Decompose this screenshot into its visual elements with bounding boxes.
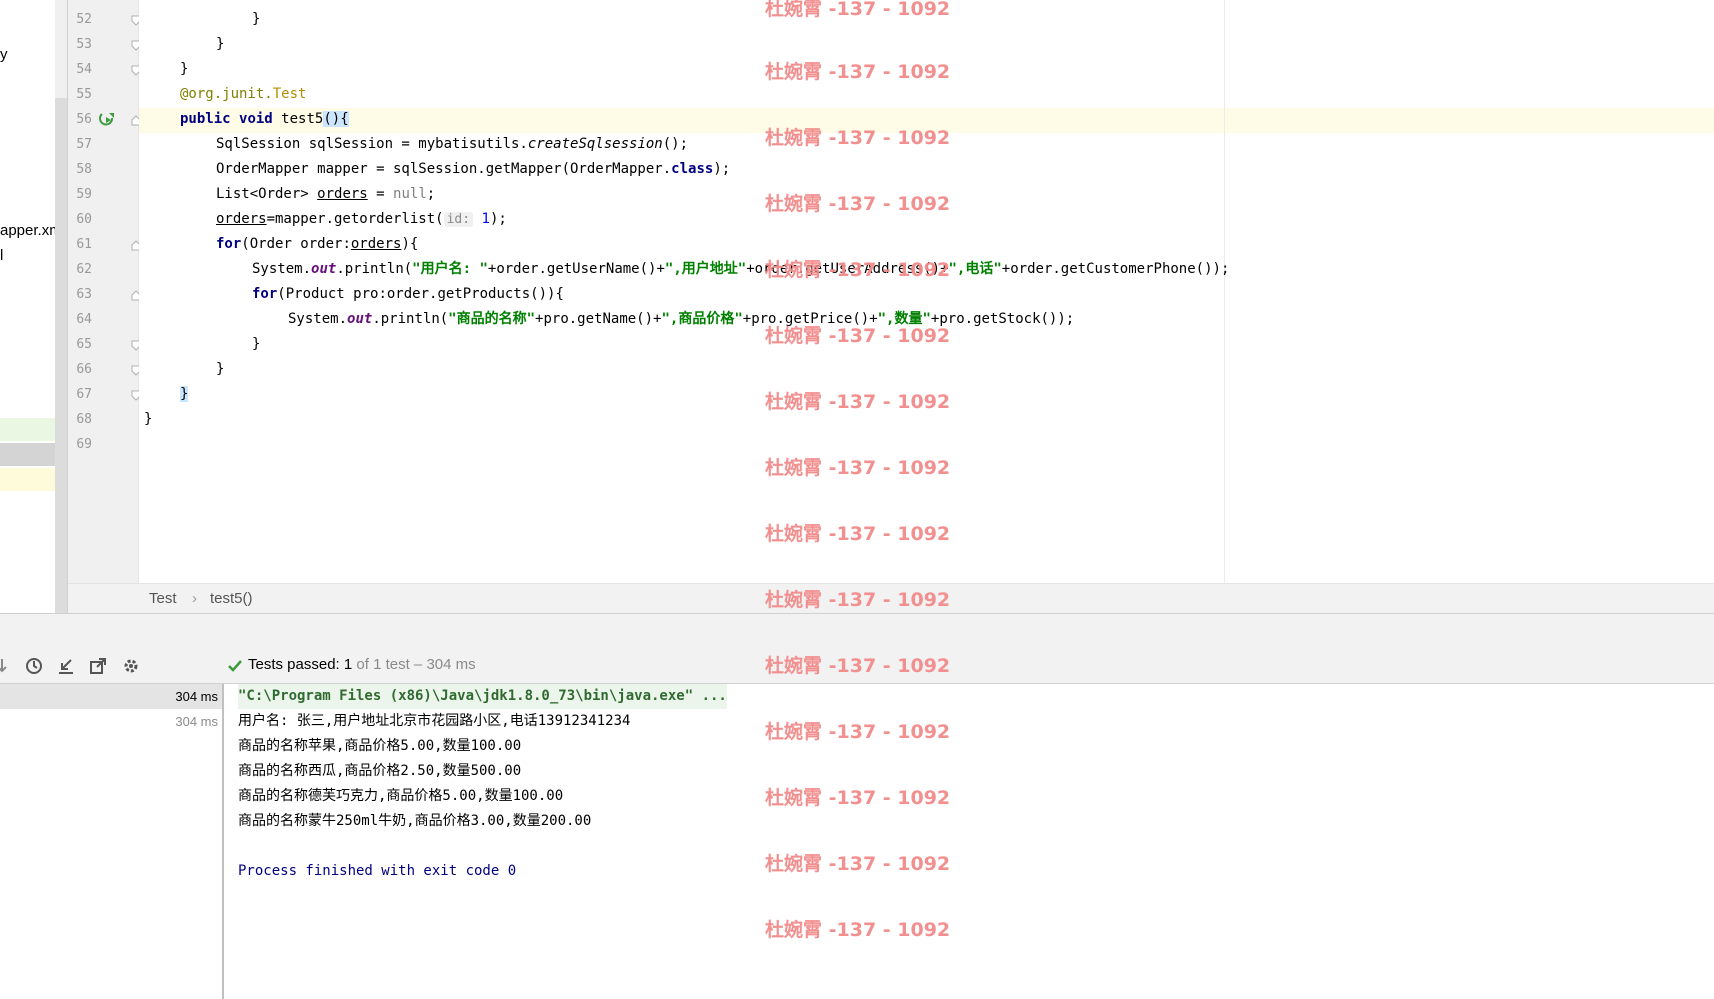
watermark: 杜婉霄 -137 - 1092: [765, 589, 951, 611]
console-line: 用户名: 张三,用户地址北京市花园路小区,电话13912341234: [238, 713, 631, 729]
console-line: 商品的名称德芙巧克力,商品价格5.00,数量100.00: [238, 788, 564, 804]
line-number: 52: [76, 12, 92, 27]
line-number: 61: [76, 237, 92, 252]
console-line: 商品的名称蒙牛250ml牛奶,商品价格3.00,数量200.00: [238, 813, 592, 829]
line-number: 58: [76, 162, 92, 177]
watermark: 杜婉霄 -137 - 1092: [765, 853, 951, 875]
project-row-selected[interactable]: [0, 443, 55, 466]
line-number: 64: [76, 312, 92, 327]
line-number: 69: [76, 437, 92, 452]
watermark: 杜婉霄 -137 - 1092: [765, 919, 951, 941]
test-tree-row[interactable]: 304 ms: [0, 709, 222, 734]
right-margin-guide: [1224, 0, 1225, 583]
test-status: Tests passed: 1 of 1 test – 304 ms: [248, 656, 476, 673]
console-line: 商品的名称西瓜,商品价格2.50,数量500.00: [238, 763, 522, 779]
project-row-highlight[interactable]: [0, 418, 55, 441]
line-number: 54: [76, 62, 92, 77]
line-number: 57: [76, 137, 92, 152]
watermark: 杜婉霄 -137 - 1092: [765, 391, 951, 413]
code-line[interactable]: List<Order> orders = null;: [216, 182, 435, 207]
code-line[interactable]: }: [180, 57, 188, 82]
line-number: 59: [76, 187, 92, 202]
line-number: 60: [76, 212, 92, 227]
code-line[interactable]: }: [252, 332, 260, 357]
watermark: 杜婉霄 -137 - 1092: [765, 127, 951, 149]
scrollbar-thumb[interactable]: [55, 98, 67, 613]
test-duration: 304 ms: [175, 689, 218, 704]
watermark: 杜婉霄 -137 - 1092: [765, 193, 951, 215]
code-line[interactable]: System.out.println("商品的名称"+pro.getName()…: [288, 307, 1074, 332]
watermark: 杜婉霄 -137 - 1092: [765, 61, 951, 83]
line-number: 55: [76, 87, 92, 102]
settings-gear-icon[interactable]: [121, 656, 141, 676]
line-number: 63: [76, 287, 92, 302]
console-exit-line: Process finished with exit code 0: [238, 863, 517, 879]
watermark: 杜婉霄 -137 - 1092: [765, 457, 951, 479]
code-line[interactable]: for(Order order:orders){: [216, 232, 418, 257]
project-row-highlight[interactable]: [0, 468, 55, 491]
parameter-hint: id:: [443, 212, 474, 227]
project-scrollbar[interactable]: [55, 0, 67, 613]
test-tree: 304 ms 304 ms: [0, 684, 222, 999]
project-tree-fragment[interactable]: apper.xm: [0, 222, 55, 239]
check-icon: [227, 658, 243, 674]
export-icon[interactable]: [88, 656, 108, 676]
watermark: 杜婉霄 -137 - 1092: [765, 259, 951, 281]
import-icon[interactable]: [56, 656, 76, 676]
line-number: 66: [76, 362, 92, 377]
code-line[interactable]: SqlSession sqlSession = mybatisutils.cre…: [216, 132, 688, 157]
watermark: 杜婉霄 -137 - 1092: [765, 721, 951, 743]
code-line[interactable]: @org.junit.Test: [180, 82, 306, 107]
console-output[interactable]: "C:\Program Files (x86)\Java\jdk1.8.0_73…: [224, 684, 1714, 999]
console-command-line: "C:\Program Files (x86)\Java\jdk1.8.0_73…: [238, 684, 727, 709]
code-line[interactable]: System.out.println("用户名: "+order.getUser…: [252, 257, 1229, 282]
watermark: 杜婉霄 -137 - 1092: [765, 325, 951, 347]
code-line[interactable]: public void test5(){: [180, 107, 349, 132]
breadcrumb-method[interactable]: test5(): [210, 590, 253, 607]
line-number: 65: [76, 337, 92, 352]
line-number: 56: [76, 112, 92, 127]
line-number: 67: [76, 387, 92, 402]
code-line[interactable]: }: [216, 32, 224, 57]
down-arrow-icon[interactable]: [0, 656, 14, 676]
code-line[interactable]: for(Product pro:order.getProducts()){: [252, 282, 564, 307]
code-line[interactable]: }: [144, 407, 152, 432]
watermark: 杜婉霄 -137 - 1092: [765, 787, 951, 809]
code-line[interactable]: }: [216, 357, 224, 382]
breadcrumb-class[interactable]: Test: [149, 590, 177, 607]
console-line: 商品的名称苹果,商品价格5.00,数量100.00: [238, 738, 522, 754]
breadcrumb-separator: ›: [192, 590, 197, 607]
project-tree-fragment[interactable]: y: [0, 46, 8, 63]
line-number: 62: [76, 262, 92, 277]
watermark: 杜婉霄 -137 - 1092: [765, 523, 951, 545]
project-tree-fragment[interactable]: l: [0, 247, 3, 264]
code-editor[interactable]: } } } @org.junit.Test public void test5(…: [139, 0, 1714, 583]
code-line[interactable]: orders=mapper.getorderlist(id: 1);: [216, 207, 507, 232]
code-line[interactable]: }: [252, 7, 260, 32]
code-line[interactable]: OrderMapper mapper = sqlSession.getMappe…: [216, 157, 730, 182]
code-line[interactable]: }: [180, 382, 189, 407]
tool-window-splitter[interactable]: [0, 613, 1714, 649]
history-icon[interactable]: [24, 656, 44, 676]
test-duration: 304 ms: [175, 714, 218, 729]
project-panel: y apper.xm l: [0, 0, 55, 613]
watermark: 杜婉霄 -137 - 1092: [765, 655, 951, 677]
line-number: 53: [76, 37, 92, 52]
test-tree-row-selected[interactable]: 304 ms: [0, 684, 222, 709]
line-number: 68: [76, 412, 92, 427]
run-test-icon[interactable]: [99, 112, 117, 128]
watermark: 杜婉霄 -137 - 1092: [765, 0, 951, 20]
